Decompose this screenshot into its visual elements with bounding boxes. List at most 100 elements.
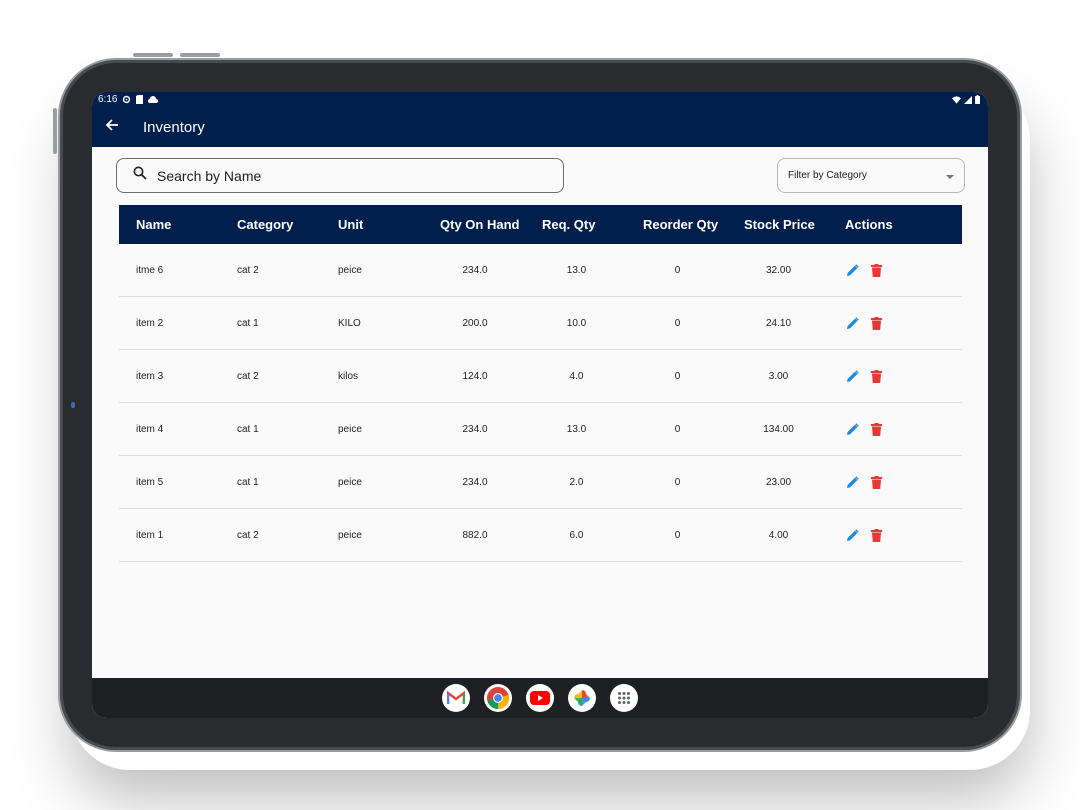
- screen: 6:16 Inventory Search by Name Filter by …: [92, 92, 988, 718]
- cell-reorder-qty: 0: [674, 370, 681, 382]
- search-input[interactable]: [157, 167, 537, 184]
- cell-stock-price: 4.00: [768, 529, 789, 541]
- page-title: Inventory: [143, 118, 205, 136]
- app-drawer-icon[interactable]: [610, 684, 638, 712]
- cell-stock-price: 24.10: [765, 317, 792, 329]
- cell-actions: [829, 369, 962, 384]
- cell-unit: peice: [338, 264, 362, 276]
- header-reorder-qty[interactable]: Reorder Qty: [627, 217, 728, 232]
- cell-unit: peice: [338, 476, 362, 488]
- arrow-left-icon: [105, 118, 119, 137]
- cell-unit: peice: [338, 529, 362, 541]
- chrome-icon[interactable]: [484, 684, 512, 712]
- cell-category: cat 1: [237, 317, 259, 329]
- cell-unit: peice: [338, 423, 362, 435]
- wifi-icon: [952, 95, 961, 104]
- caret-down-icon: [946, 174, 954, 179]
- youtube-icon[interactable]: [526, 684, 554, 712]
- cell-category: cat 1: [237, 476, 259, 488]
- filter-label: Filter by Category: [788, 170, 867, 181]
- cell-req-qty: 2.0: [569, 476, 584, 488]
- cell-name: itme 6: [136, 264, 164, 276]
- cell-qty-on-hand: 200.0: [462, 317, 488, 329]
- cell-qty-on-hand: 124.0: [462, 370, 488, 382]
- table-body: itme 6 cat 2 peice 234.0 13.0 0 32.00 item 2 cat…: [119, 244, 962, 562]
- cell-reorder-qty: 0: [674, 529, 681, 541]
- table-row[interactable]: itme 6 cat 2 peice 234.0 13.0 0 32.00: [119, 244, 962, 297]
- table-row[interactable]: item 3 cat 2 kilos 124.0 4.0 0 3.00: [119, 350, 962, 403]
- header-category[interactable]: Category: [221, 217, 322, 232]
- cell-stock-price: 3.00: [768, 370, 789, 382]
- trash-icon[interactable]: [869, 263, 884, 278]
- status-bar: 6:16: [92, 92, 988, 107]
- pencil-icon[interactable]: [845, 263, 860, 278]
- cell-stock-price: 32.00: [765, 264, 792, 276]
- cell-unit: kilos: [338, 370, 359, 382]
- pencil-icon[interactable]: [845, 475, 860, 490]
- cell-reorder-qty: 0: [674, 264, 681, 276]
- header-unit[interactable]: Unit: [322, 217, 424, 232]
- nav-bar: [92, 678, 988, 718]
- cell-reorder-qty: 0: [674, 476, 681, 488]
- gmail-icon[interactable]: [442, 684, 470, 712]
- cell-stock-price: 23.00: [765, 476, 792, 488]
- cell-unit: KILO: [338, 317, 361, 329]
- header-stock-price[interactable]: Stock Price: [728, 217, 829, 232]
- cell-actions: [829, 263, 962, 278]
- camera: [71, 402, 75, 408]
- cell-name: item 5: [136, 476, 164, 488]
- cell-reorder-qty: 0: [674, 423, 681, 435]
- cell-req-qty: 13.0: [566, 264, 587, 276]
- cell-category: cat 1: [237, 423, 259, 435]
- cell-reorder-qty: 0: [674, 317, 681, 329]
- photos-icon[interactable]: [568, 684, 596, 712]
- table-row[interactable]: item 2 cat 1 KILO 200.0 10.0 0 24.10: [119, 297, 962, 350]
- cell-req-qty: 6.0: [569, 529, 584, 541]
- cell-name: item 3: [136, 370, 164, 382]
- cell-category: cat 2: [237, 264, 259, 276]
- cell-req-qty: 4.0: [569, 370, 584, 382]
- volume-button: [133, 53, 173, 57]
- cell-stock-price: 134.00: [763, 423, 794, 435]
- trash-icon[interactable]: [869, 422, 884, 437]
- cell-actions: [829, 422, 962, 437]
- settings-icon: [122, 95, 131, 104]
- power-button: [53, 108, 57, 154]
- trash-icon[interactable]: [869, 369, 884, 384]
- cell-qty-on-hand: 234.0: [462, 476, 488, 488]
- trash-icon[interactable]: [869, 316, 884, 331]
- table-header: Name Category Unit Qty On Hand Req. Qty …: [119, 205, 962, 244]
- cell-actions: [829, 475, 962, 490]
- cell-qty-on-hand: 234.0: [462, 423, 488, 435]
- header-qty-on-hand[interactable]: Qty On Hand: [424, 217, 526, 232]
- back-button[interactable]: [92, 107, 132, 147]
- header-name[interactable]: Name: [119, 217, 221, 232]
- pencil-icon[interactable]: [845, 369, 860, 384]
- category-filter-dropdown[interactable]: Filter by Category: [777, 158, 965, 193]
- cell-name: item 2: [136, 317, 164, 329]
- cloud-icon: [148, 96, 159, 103]
- signal-icon: [964, 95, 972, 104]
- search-field[interactable]: [116, 158, 564, 193]
- header-actions: Actions: [845, 217, 893, 232]
- trash-icon[interactable]: [869, 475, 884, 490]
- sim-card-icon: [136, 95, 144, 104]
- header-req-qty[interactable]: Req. Qty: [526, 217, 627, 232]
- cell-actions: [829, 528, 962, 543]
- cell-req-qty: 13.0: [566, 423, 587, 435]
- pencil-icon[interactable]: [845, 528, 860, 543]
- table-row[interactable]: item 4 cat 1 peice 234.0 13.0 0 134.00: [119, 403, 962, 456]
- cell-qty-on-hand: 882.0: [462, 529, 488, 541]
- trash-icon[interactable]: [869, 528, 884, 543]
- volume-button: [180, 53, 220, 57]
- pencil-icon[interactable]: [845, 316, 860, 331]
- battery-icon: [975, 95, 980, 104]
- inventory-table: Name Category Unit Qty On Hand Req. Qty …: [119, 205, 962, 562]
- table-row[interactable]: item 5 cat 1 peice 234.0 2.0 0 23.00: [119, 456, 962, 509]
- table-row[interactable]: item 1 cat 2 peice 882.0 6.0 0 4.00: [119, 509, 962, 562]
- cell-category: cat 2: [237, 370, 259, 382]
- app-bar: Inventory: [92, 107, 988, 147]
- search-icon: [133, 166, 147, 185]
- pencil-icon[interactable]: [845, 422, 860, 437]
- cell-actions: [829, 316, 962, 331]
